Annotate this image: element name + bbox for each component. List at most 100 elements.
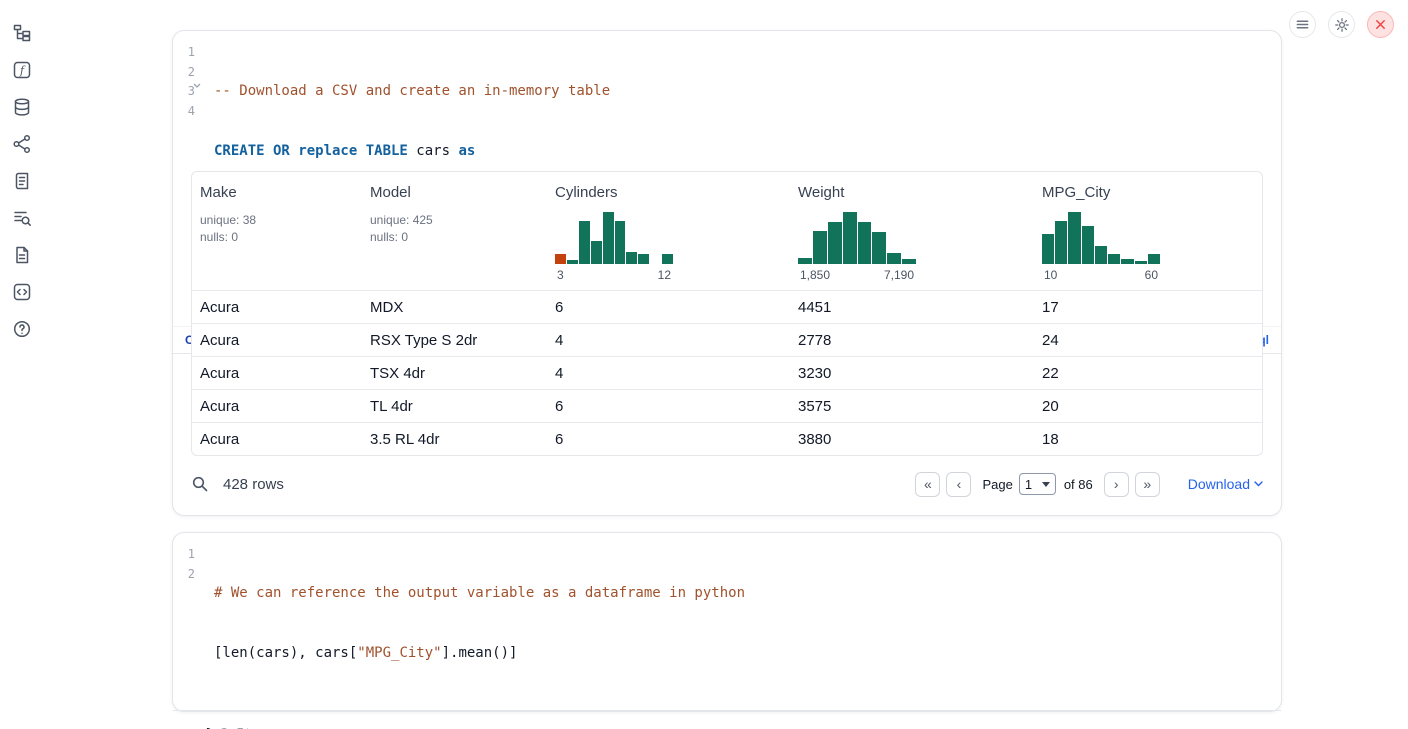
cell-mpg-city: 24: [1034, 332, 1262, 349]
cell-make: Acura: [192, 398, 362, 415]
histogram-bar: [843, 212, 857, 264]
cell-mpg-city: 22: [1034, 365, 1262, 382]
table-footer: 428 rows « ‹ Page 1 of 86 › » Download: [191, 467, 1263, 501]
items-count-label: 2 Items: [220, 724, 275, 729]
cell-model: RSX Type S 2dr: [362, 332, 547, 349]
table-header-row: Make unique: 38nulls: 0 Model unique: 42…: [192, 172, 1262, 290]
python-code: # We can reference the output variable a…: [195, 545, 745, 703]
weight-histogram[interactable]: [798, 210, 916, 264]
line-number: 4: [188, 102, 195, 122]
database-icon[interactable]: [11, 96, 33, 117]
hist-min-label: 3: [557, 268, 564, 282]
shutdown-icon[interactable]: [1367, 11, 1394, 38]
svg-text:f: f: [19, 64, 26, 77]
column-header-model[interactable]: Model unique: 425nulls: 0: [362, 172, 547, 290]
table-row: Acura TL 4dr 6 3575 20: [192, 389, 1262, 422]
table-row: Acura MDX 6 4451 17: [192, 290, 1262, 323]
mpg-city-histogram[interactable]: [1042, 210, 1160, 264]
table-row: Acura TSX 4dr 4 3230 22: [192, 356, 1262, 389]
cell-mpg-city: 17: [1034, 299, 1262, 316]
settings-icon[interactable]: [1328, 11, 1355, 38]
snippets-icon[interactable]: [11, 281, 33, 302]
histogram-bar: [603, 212, 614, 264]
table-row: Acura 3.5 RL 4dr 6 3880 18: [192, 422, 1262, 455]
last-page-button[interactable]: »: [1135, 472, 1160, 497]
menu-icon[interactable]: [1289, 11, 1316, 38]
line-number: 2: [188, 63, 195, 83]
cell-weight: 3575: [790, 398, 1034, 415]
histogram-bar: [1121, 259, 1133, 264]
cell-weight: 4451: [790, 299, 1034, 316]
histogram-bar: [1082, 226, 1094, 264]
cell-make: Acura: [192, 332, 362, 349]
hist-min-label: 10: [1044, 268, 1057, 282]
column-stat: nulls: 0: [370, 229, 539, 246]
chevron-down-icon: [1254, 481, 1263, 487]
cell-cylinders: 6: [547, 299, 790, 316]
histogram-bar: [887, 253, 901, 264]
histogram-bar: [798, 258, 812, 264]
cell-make: Acura: [192, 365, 362, 382]
first-page-button[interactable]: «: [915, 472, 940, 497]
hist-min-label: 1,850: [800, 268, 830, 282]
column-stat: unique: 38: [200, 212, 354, 229]
dependency-graph-icon[interactable]: [11, 133, 33, 154]
cell-weight: 2778: [790, 332, 1034, 349]
line-number: 1: [188, 43, 195, 63]
histogram-bar: [1055, 221, 1067, 264]
cell-model: TSX 4dr: [362, 365, 547, 382]
column-header-mpg-city[interactable]: MPG_City 1060: [1034, 172, 1262, 290]
cell-weight: 3230: [790, 365, 1034, 382]
previous-page-button[interactable]: ‹: [946, 472, 971, 497]
tree-root: [ 2 Items: [191, 724, 1281, 729]
hist-max-label: 7,190: [884, 268, 914, 282]
line-number: 1: [188, 545, 195, 565]
left-sidebar: f: [0, 0, 44, 729]
list-search-icon[interactable]: [11, 207, 33, 228]
result-table: Make unique: 38nulls: 0 Model unique: 42…: [191, 171, 1263, 456]
column-stat: unique: 425: [370, 212, 539, 229]
function-icon[interactable]: f: [11, 59, 33, 80]
file-tree-icon[interactable]: [11, 22, 33, 43]
line-number: 3: [188, 82, 195, 102]
code-line: -- Download a CSV and create an in-memor…: [214, 82, 703, 102]
python-gutter: 1 2: [173, 545, 195, 703]
cell-cylinders: 6: [547, 431, 790, 448]
python-comment: # We can reference the output variable a…: [214, 585, 745, 601]
search-icon[interactable]: [191, 475, 209, 493]
column-header-make[interactable]: Make unique: 38nulls: 0: [192, 172, 362, 290]
cell-mpg-city: 18: [1034, 431, 1262, 448]
bracket-open: [: [204, 724, 212, 729]
page-select[interactable]: 1: [1019, 473, 1056, 495]
code-line: # We can reference the output variable a…: [214, 584, 745, 604]
column-header-weight[interactable]: Weight 1,8507,190: [790, 172, 1034, 290]
histogram-bar: [1068, 212, 1080, 264]
histogram-bar: [662, 254, 673, 264]
histogram-bar: [1095, 246, 1107, 264]
histogram-bar: [1108, 254, 1120, 264]
histogram-bar: [858, 222, 872, 264]
cell-make: Acura: [192, 299, 362, 316]
help-icon[interactable]: [11, 318, 33, 339]
cell-model: 3.5 RL 4dr: [362, 431, 547, 448]
cell-cylinders: 4: [547, 332, 790, 349]
cell-model: TL 4dr: [362, 398, 547, 415]
hist-max-label: 60: [1145, 268, 1158, 282]
next-page-button[interactable]: ›: [1104, 472, 1129, 497]
logs-icon[interactable]: [11, 170, 33, 191]
chevron-down-icon: [1042, 482, 1050, 487]
sql-cell: 1 2 3 4 -- Download a CSV and create an …: [172, 30, 1282, 516]
histogram-bar: [828, 222, 842, 264]
cell-mpg-city: 20: [1034, 398, 1262, 415]
column-header-cylinders[interactable]: Cylinders 312: [547, 172, 790, 290]
table-row: Acura RSX Type S 2dr 4 2778 24: [192, 323, 1262, 356]
histogram-bar: [615, 221, 626, 264]
cell-weight: 3880: [790, 431, 1034, 448]
page-of-label: of 86: [1064, 477, 1093, 492]
python-code-editor[interactable]: 1 2 # We can reference the output variab…: [173, 533, 1281, 710]
download-button[interactable]: Download: [1188, 476, 1263, 492]
cell-model: MDX: [362, 299, 547, 316]
cylinders-histogram[interactable]: [555, 210, 673, 264]
document-icon[interactable]: [11, 244, 33, 265]
column-stat: nulls: 0: [200, 229, 354, 246]
